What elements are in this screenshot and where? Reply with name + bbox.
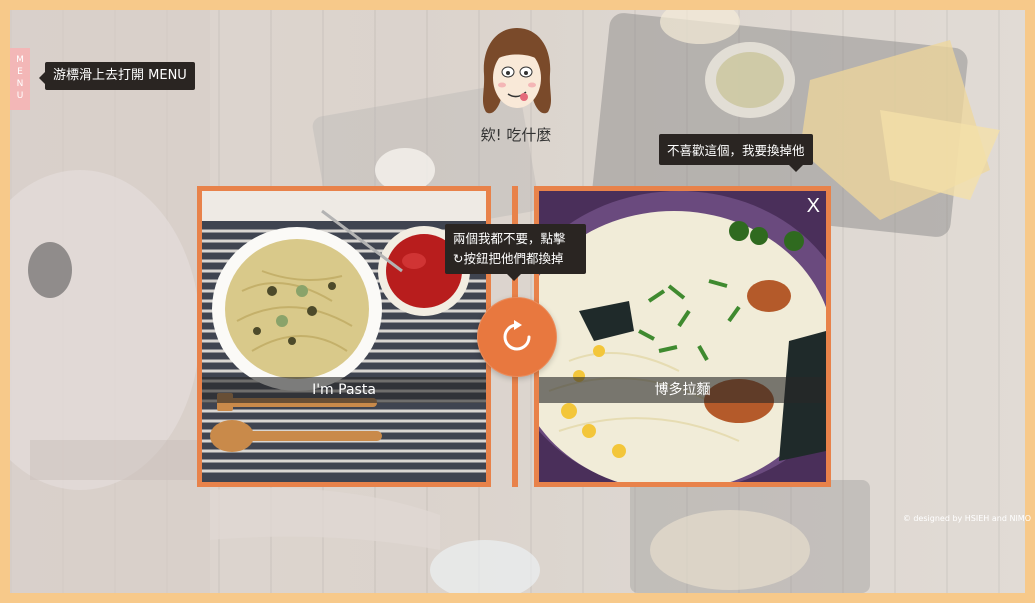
menu-tab[interactable]: M E N U	[10, 48, 30, 110]
menu-tooltip: 游標滑上去打開 MENU	[39, 62, 195, 90]
food-photo-pasta: I'm Pasta	[202, 191, 486, 482]
food-label-left: I'm Pasta	[202, 377, 486, 403]
menu-letter: U	[16, 91, 24, 101]
replace-both-tooltip-line2: ↻按鈕把他們都換掉	[453, 249, 578, 269]
replace-both-tooltip-text: 按鈕把他們都換掉	[463, 251, 564, 266]
menu-letter: M	[16, 55, 24, 65]
avatar-icon	[482, 28, 552, 114]
food-label-right: 博多拉麵	[539, 377, 826, 403]
menu-letter: N	[16, 79, 24, 89]
pasta-image	[202, 191, 486, 482]
refresh-small-icon: ↻	[453, 251, 464, 266]
refresh-button[interactable]	[477, 297, 557, 377]
menu-letter: E	[17, 67, 23, 77]
replace-one-tooltip: 不喜歡這個，我要換掉他	[659, 134, 813, 172]
refresh-icon	[503, 320, 531, 351]
replace-both-tooltip-line1: 兩個我都不要，點擊	[453, 231, 566, 246]
page-title: 欸! 吃什麼	[480, 126, 552, 144]
footer-credit: © designed by HSIEH and NIMO	[902, 514, 1031, 523]
replace-both-tooltip: 兩個我都不要，點擊 ↻按鈕把他們都換掉	[445, 224, 586, 281]
close-icon[interactable]: X	[807, 195, 820, 218]
